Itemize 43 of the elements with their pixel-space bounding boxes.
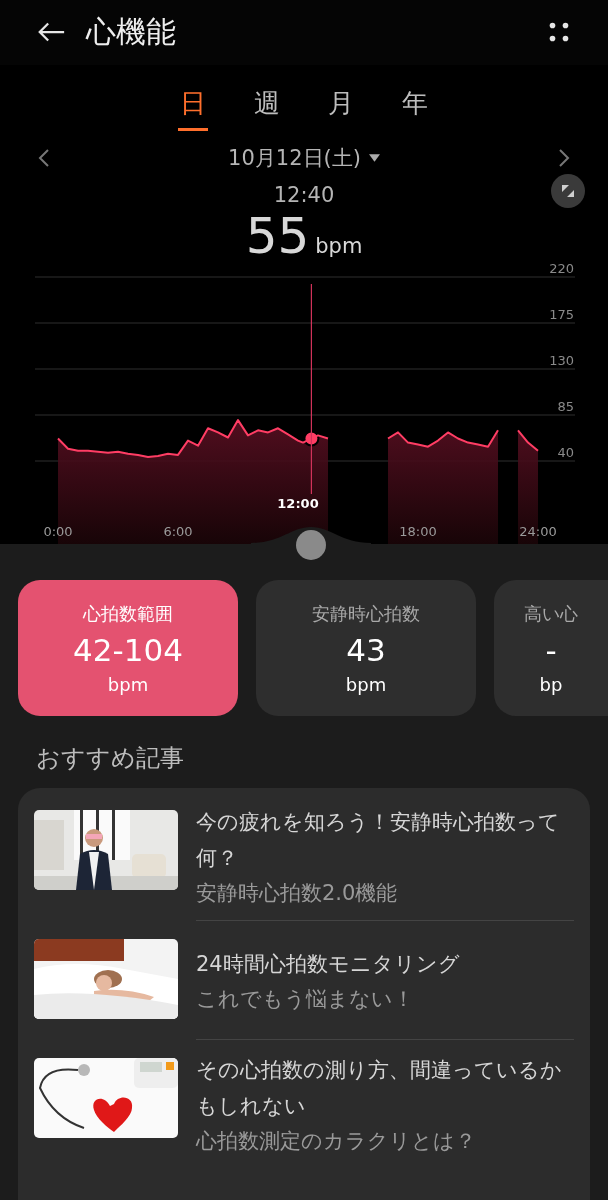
card-unit: bpm	[107, 673, 149, 695]
stat-card[interactable]: 心拍数範囲 42-104 bpm	[18, 580, 238, 716]
x-tick-label: 24:00	[519, 524, 557, 539]
article-title[interactable]: 24時間心拍数モニタリング	[196, 946, 574, 982]
card-label: 高い心	[524, 601, 578, 626]
stat-card[interactable]: 安静時心拍数 43 bpm	[256, 580, 476, 716]
date-label[interactable]: 10月12日(土)	[228, 143, 361, 172]
drag-handle[interactable]	[251, 527, 371, 561]
y-tick-label: 130	[549, 353, 574, 368]
card-unit: bp	[539, 673, 563, 695]
cursor-time-label: 12:00	[277, 496, 319, 511]
section-heading: おすすめ記事	[35, 743, 185, 774]
x-tick-label: 18:00	[399, 524, 437, 539]
card-value: 43	[346, 631, 386, 668]
y-tick-label: 40	[557, 445, 574, 460]
dropdown-icon[interactable]	[368, 153, 380, 162]
card-value: 42-104	[73, 631, 183, 668]
card-label: 安静時心拍数	[312, 601, 420, 626]
y-tick-label: 220	[549, 264, 574, 276]
period-tab[interactable]: 月	[326, 84, 356, 131]
card-unit: bpm	[345, 673, 387, 695]
article-subtitle: 心拍数測定のカラクリとは？	[196, 1128, 477, 1155]
y-tick-label: 85	[557, 399, 574, 414]
expand-icon[interactable]	[550, 172, 586, 209]
x-tick-label: 0:00	[43, 524, 73, 539]
bpm-unit: bpm	[315, 233, 363, 258]
article-title[interactable]: 今の疲れを知ろう！安静時心拍数って何？	[196, 804, 574, 876]
article-subtitle: 安静時心拍数2.0機能	[196, 880, 399, 907]
page-title: 心機能	[86, 12, 177, 51]
chevron-right-icon[interactable]	[558, 147, 570, 168]
chevron-left-icon[interactable]	[38, 147, 50, 168]
period-tab[interactable]: 週	[252, 84, 282, 131]
card-label: 心拍数範囲	[83, 601, 173, 626]
article-subtitle: これでもう悩まない！	[196, 986, 415, 1013]
bpm-value: 55	[245, 206, 310, 265]
y-tick-label: 175	[549, 307, 574, 322]
period-tab[interactable]: 日	[178, 84, 208, 131]
stat-card[interactable]: 高い心 - bp	[494, 580, 608, 716]
x-tick-label: 6:00	[163, 524, 193, 539]
period-tab[interactable]: 年	[400, 84, 430, 131]
article-title[interactable]: その心拍数の測り方、間違っているかもしれない	[196, 1052, 574, 1124]
time-reading: 12:40	[273, 182, 335, 207]
card-value: -	[545, 631, 557, 668]
